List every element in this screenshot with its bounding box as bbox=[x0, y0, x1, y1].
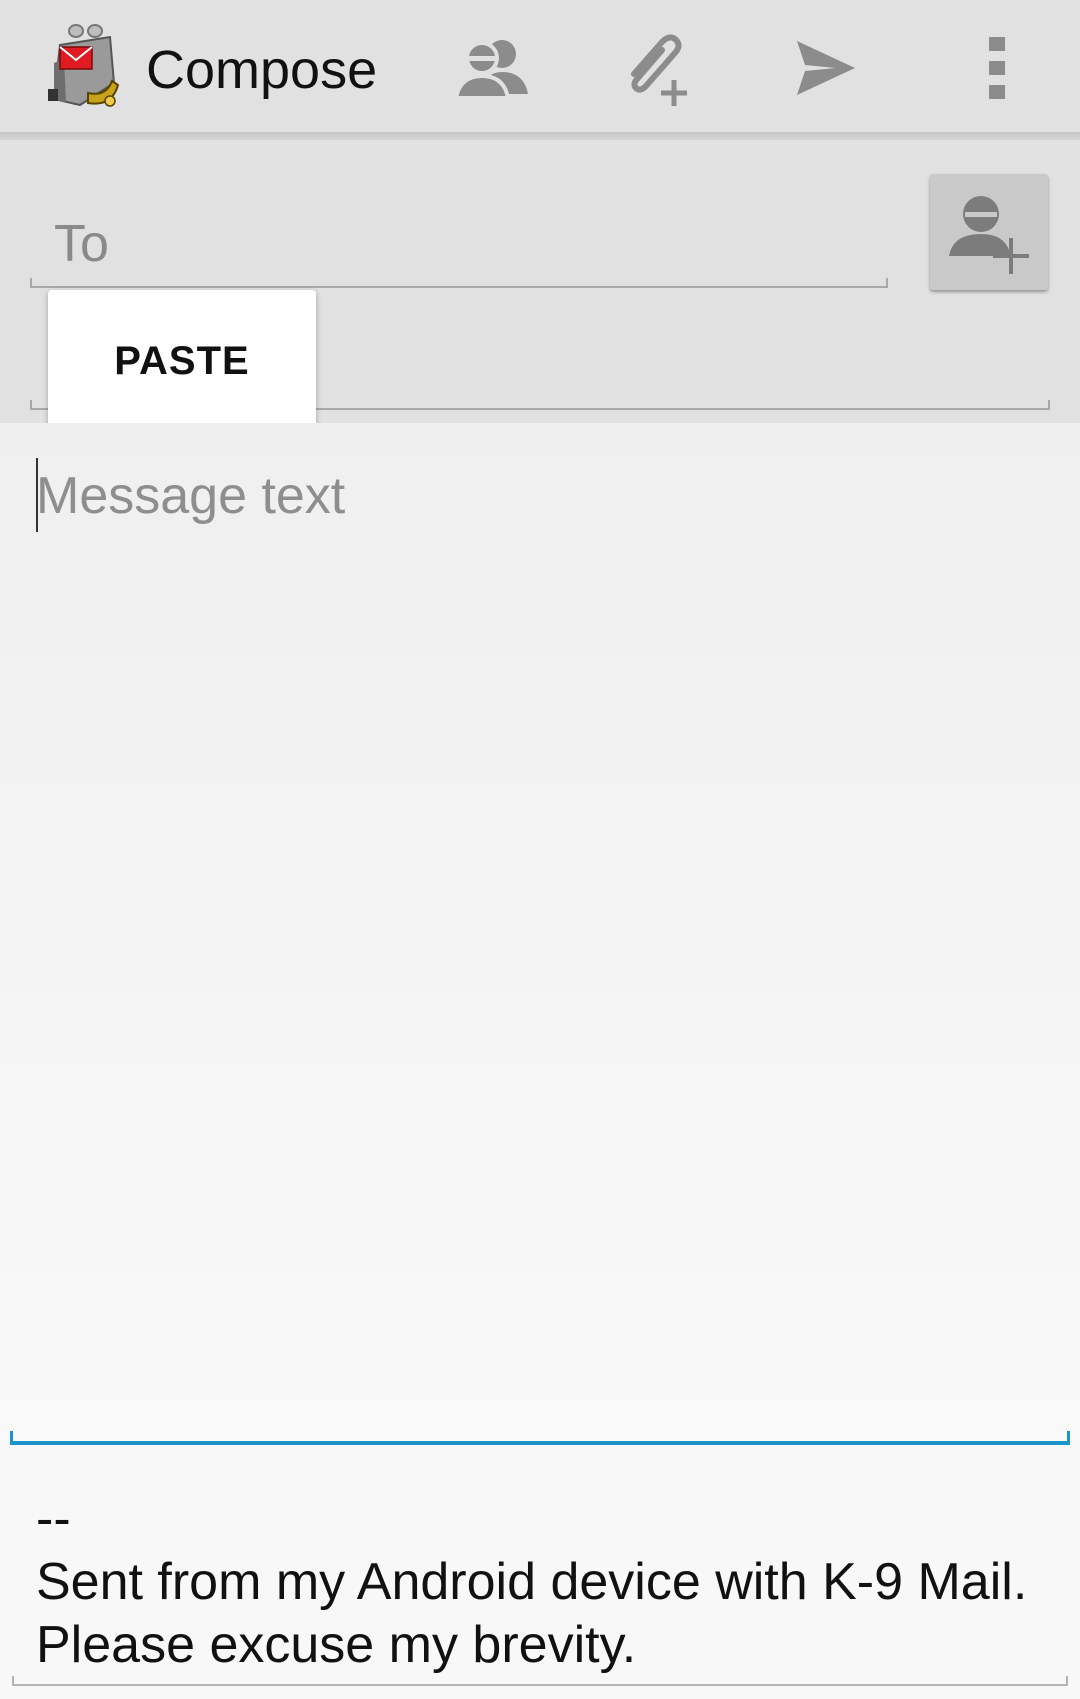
send-icon[interactable] bbox=[782, 26, 870, 110]
page-title: Compose bbox=[146, 40, 378, 100]
signature-underline-right-tick bbox=[1066, 1676, 1068, 1686]
signature-underline bbox=[12, 1684, 1068, 1686]
signature-underline-left-tick bbox=[12, 1676, 14, 1686]
focus-underline-left-tick bbox=[10, 1431, 13, 1445]
signature-field[interactable]: -- Sent from my Android device with K-9 … bbox=[36, 1488, 1036, 1677]
to-field-underline bbox=[30, 286, 888, 288]
signature-text: Sent from my Android device with K-9 Mai… bbox=[36, 1553, 1028, 1674]
to-field[interactable]: To bbox=[54, 212, 109, 276]
subject-underline-left-tick bbox=[30, 400, 32, 410]
signature-separator: -- bbox=[36, 1490, 71, 1548]
add-contact-button[interactable] bbox=[930, 174, 1048, 290]
paste-popup[interactable]: PASTE bbox=[48, 290, 316, 432]
message-focus-underline bbox=[10, 1441, 1070, 1445]
add-person-icon bbox=[949, 196, 1029, 274]
overflow-menu-icon[interactable] bbox=[952, 26, 1042, 110]
to-field-underline-right-tick bbox=[886, 278, 888, 288]
to-field-underline-left-tick bbox=[30, 278, 32, 288]
focus-underline-right-tick bbox=[1067, 1431, 1070, 1445]
contacts-icon[interactable] bbox=[448, 26, 536, 110]
attach-icon[interactable] bbox=[614, 26, 702, 110]
k9-app-icon[interactable] bbox=[38, 22, 128, 114]
action-bar: Compose bbox=[0, 0, 1080, 134]
paste-button-label[interactable]: PASTE bbox=[114, 339, 249, 384]
action-bar-shadow bbox=[0, 132, 1080, 140]
message-body-field[interactable] bbox=[0, 423, 1080, 1443]
subject-underline-right-tick bbox=[1048, 400, 1050, 410]
message-placeholder: Message text bbox=[36, 467, 346, 525]
